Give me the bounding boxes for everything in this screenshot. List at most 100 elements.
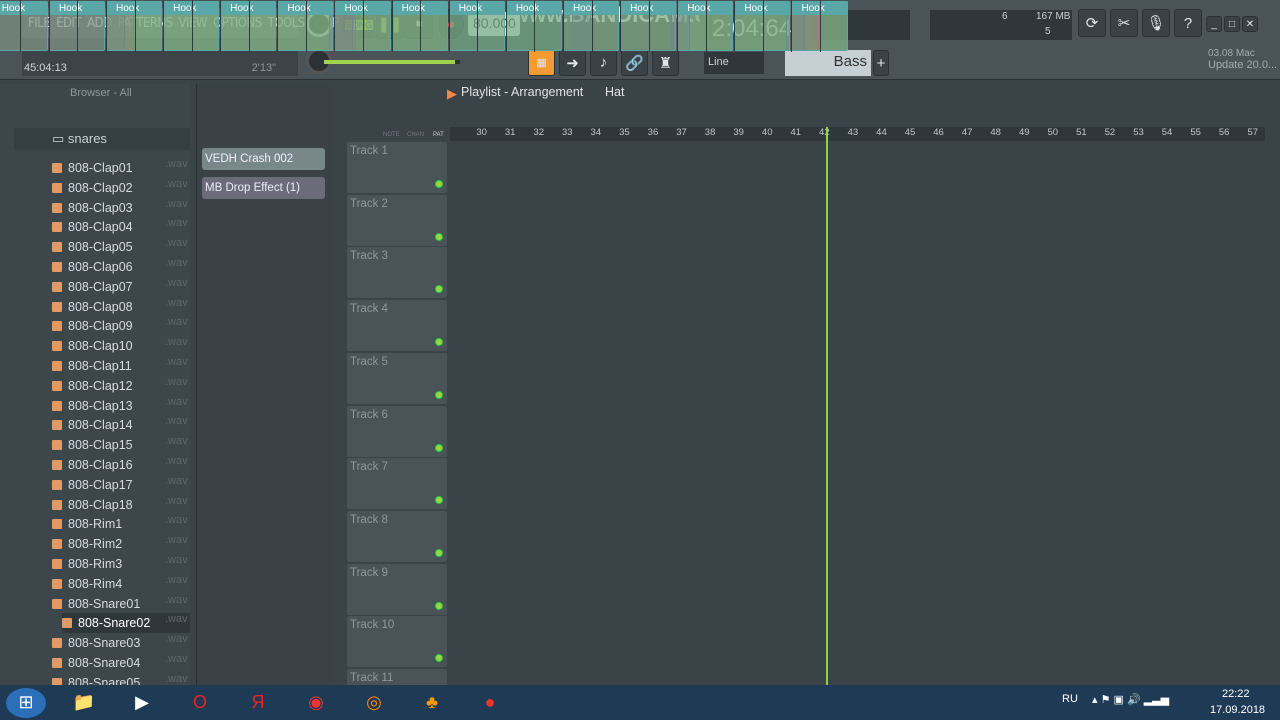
- playlist-window-button[interactable]: ▦: [528, 49, 555, 76]
- snap-select[interactable]: Line: [704, 52, 764, 74]
- news-body: Update 20.0...: [1208, 59, 1278, 71]
- browser-file[interactable]: 808-Clap10: [52, 336, 133, 356]
- browser-file[interactable]: 808-Clap08: [52, 297, 133, 317]
- bar-number: 47: [961, 127, 973, 138]
- track-header[interactable]: Track 5: [347, 352, 447, 404]
- browser-file[interactable]: 808-Snare03: [52, 633, 140, 653]
- track-mute-led[interactable]: [435, 548, 443, 557]
- file-ext: .wav: [165, 435, 188, 448]
- browser-file[interactable]: 808-Clap18: [52, 495, 133, 515]
- browser-file[interactable]: 808-Clap02: [52, 178, 133, 198]
- file-name: 808-Clap08: [68, 299, 133, 314]
- folder-snares[interactable]: ▭ snares: [52, 131, 107, 147]
- track-header[interactable]: Track 4: [347, 300, 447, 352]
- browser-file[interactable]: 808-Clap06: [52, 257, 133, 277]
- track-header[interactable]: Track 2: [347, 194, 447, 246]
- cut-icon[interactable]: ✂: [1110, 9, 1138, 37]
- track-header[interactable]: Track 7: [347, 458, 447, 510]
- master-volume-slider[interactable]: [324, 60, 460, 64]
- typing-keyboard-icon[interactable]: ♪: [590, 49, 617, 76]
- undo-history-button[interactable]: ⟳: [1078, 9, 1106, 37]
- timeline-ruler[interactable]: 30 31 32 33 34 35 36 37 38 39 40 41 42 43 44 45 46 47 48 49…: [450, 127, 1265, 141]
- minimize-button[interactable]: _: [1206, 16, 1222, 32]
- track-header[interactable]: Track 9: [347, 563, 447, 615]
- browser-file[interactable]: 808-Snare04: [52, 653, 140, 673]
- browser-file[interactable]: 808-Clap15: [52, 435, 133, 455]
- language-indicator[interactable]: RU: [1062, 693, 1078, 705]
- track-mute-led[interactable]: [435, 180, 443, 188]
- track-header[interactable]: Track 10: [347, 616, 447, 668]
- track-header[interactable]: Track 1: [347, 142, 447, 193]
- clock-date[interactable]: 17.09.2018: [1210, 704, 1265, 716]
- track-header[interactable]: Track 6: [347, 405, 447, 457]
- track-mute-led[interactable]: [435, 232, 443, 241]
- arrow-icon[interactable]: ➜: [559, 49, 586, 76]
- file-name: 808-Clap13: [68, 398, 133, 413]
- track-mute-led[interactable]: [435, 390, 443, 399]
- file-ext: .wav: [165, 217, 188, 230]
- close-button[interactable]: ✕: [1242, 16, 1258, 32]
- pattern-select[interactable]: Bass: [785, 50, 871, 76]
- clock-time[interactable]: 22:22: [1222, 688, 1250, 700]
- start-button[interactable]: ⊞: [6, 687, 46, 718]
- hint-duration: 2'13": [251, 62, 276, 74]
- news-panel[interactable]: 03.08 Mac Update 20.0...: [1208, 48, 1277, 71]
- browser-file[interactable]: 808-Clap13: [52, 396, 133, 416]
- track-header[interactable]: Track 8: [347, 510, 447, 562]
- track-header[interactable]: Track 3: [347, 247, 447, 299]
- audio-file-icon: [52, 658, 62, 668]
- audio-file-icon: [52, 420, 62, 431]
- track-mute-led[interactable]: [435, 601, 443, 610]
- browser-file[interactable]: 808-Clap04: [52, 217, 133, 237]
- explorer-icon[interactable]: 📁: [64, 688, 104, 718]
- track-mute-led[interactable]: [435, 285, 443, 294]
- browser-file[interactable]: 808-Clap17: [52, 475, 133, 495]
- audio-file-icon: [52, 519, 62, 530]
- microphone-icon[interactable]: 🎙: [1142, 9, 1170, 37]
- browser-file[interactable]: 808-Rim2: [52, 534, 122, 554]
- track-mute-led[interactable]: [435, 443, 443, 452]
- browser-file[interactable]: 808-Clap16: [52, 455, 133, 475]
- clip-label: Hook: [230, 3, 254, 14]
- browser-file[interactable]: 808-Rim1: [52, 514, 122, 534]
- tray-icons[interactable]: ▴ ⚑ ▣ 🔊 ▂▃▅: [1092, 693, 1169, 706]
- browser-file[interactable]: 808-Clap14: [52, 415, 133, 435]
- clip-label: Hook: [58, 3, 83, 14]
- metronome-icon[interactable]: ♜: [652, 49, 679, 76]
- link-icon[interactable]: 🔗: [621, 49, 648, 76]
- picker-item[interactable]: VEDH Crash 002: [202, 148, 325, 170]
- bar-number: 39: [733, 127, 744, 138]
- add-pattern-button[interactable]: +: [873, 50, 889, 76]
- picker-item[interactable]: MB Drop Effect (1): [202, 177, 325, 199]
- opera-icon[interactable]: O: [180, 688, 220, 718]
- yandex-icon[interactable]: Я: [238, 688, 278, 718]
- fl-studio-icon[interactable]: ♣: [412, 688, 452, 718]
- audio-file-icon: [52, 163, 62, 173]
- browser-file[interactable]: 808-Clap12: [52, 376, 133, 396]
- clip-label: Hook: [744, 3, 768, 14]
- browser-file[interactable]: 808-Rim4: [52, 574, 122, 594]
- bar-number: 56: [1218, 127, 1230, 138]
- track-mute-led[interactable]: [435, 338, 443, 347]
- playhead[interactable]: [825, 127, 828, 685]
- file-ext: .wav: [165, 197, 188, 210]
- maximize-button[interactable]: □: [1224, 16, 1240, 32]
- browser-file[interactable]: 808-Snare01: [52, 594, 140, 614]
- firefox-icon[interactable]: ◎: [354, 688, 394, 718]
- browser-file[interactable]: 808-Clap05: [52, 237, 133, 257]
- browser-file[interactable]: 808-Rim3: [52, 554, 122, 574]
- app-icon[interactable]: ◉: [296, 688, 336, 718]
- pattern-clip[interactable]: Hook: [0, 1, 48, 51]
- browser-file[interactable]: 808-Clap07: [52, 277, 133, 297]
- browser-file[interactable]: 808-Clap11: [52, 356, 132, 376]
- play-icon[interactable]: ▶: [447, 86, 457, 102]
- bandicam-icon[interactable]: ●: [470, 688, 510, 718]
- help-button[interactable]: ?: [1174, 9, 1202, 37]
- browser-file[interactable]: 808-Clap03: [52, 198, 133, 218]
- picker-panel: [196, 84, 332, 685]
- browser-file[interactable]: 808-Clap09: [52, 316, 133, 336]
- browser-file[interactable]: 808-Clap01: [52, 158, 133, 178]
- track-mute-led[interactable]: [435, 654, 443, 663]
- track-mute-led[interactable]: [435, 496, 443, 505]
- media-player-icon[interactable]: ▶: [122, 688, 162, 718]
